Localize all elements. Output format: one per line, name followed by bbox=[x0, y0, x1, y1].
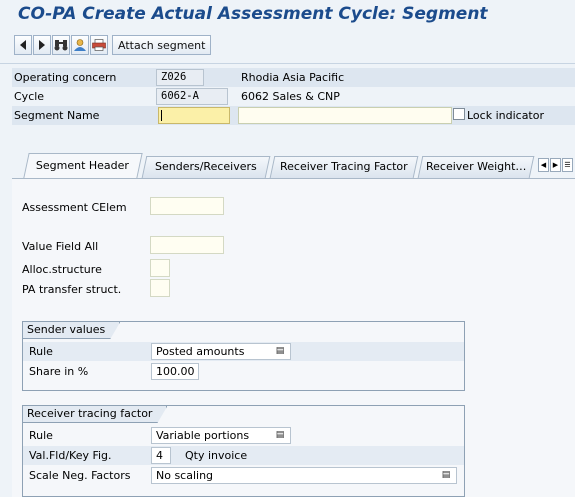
share-label: Share in % bbox=[29, 365, 89, 378]
person-icon bbox=[74, 39, 86, 51]
scale-field[interactable]: No scaling bbox=[151, 467, 457, 484]
receiver-rule-row: Rule Variable portions ▤ bbox=[23, 426, 464, 445]
page-title: CO-PA Create Actual Assessment Cycle: Se… bbox=[18, 4, 488, 24]
lock-indicator-checkbox[interactable] bbox=[453, 108, 465, 120]
lock-indicator-label: Lock indicator bbox=[467, 109, 544, 122]
tab-senders-receivers[interactable]: Senders/Receivers bbox=[141, 156, 271, 178]
segment-name-input[interactable] bbox=[158, 107, 230, 124]
segment-description-input[interactable] bbox=[238, 107, 452, 124]
dropdown-icon[interactable]: ▤ bbox=[441, 469, 451, 481]
operating-concern-text: Rhodia Asia Pacific bbox=[241, 71, 345, 84]
tab-receiver-tracing-factor[interactable]: Receiver Tracing Factor bbox=[269, 156, 419, 178]
segment-header-panel: Assessment CElem Value Field All Alloc.s… bbox=[12, 178, 575, 497]
next-button[interactable] bbox=[33, 35, 51, 55]
assessment-celem-label: Assessment CElem bbox=[22, 201, 127, 214]
text-cursor bbox=[161, 110, 162, 121]
val-fld-row: Val.Fld/Key Fig. 4 Qty invoice bbox=[23, 446, 464, 465]
share-row: Share in % 100.00 bbox=[23, 362, 464, 381]
previous-button[interactable] bbox=[14, 35, 32, 55]
arrow-right-icon bbox=[39, 40, 45, 50]
receiver-rule-field[interactable]: Variable portions bbox=[151, 427, 291, 444]
dropdown-icon[interactable]: ▤ bbox=[275, 345, 285, 357]
user-button[interactable] bbox=[71, 35, 89, 55]
toolbar-divider bbox=[0, 63, 575, 64]
value-field-all-input[interactable] bbox=[150, 236, 224, 254]
val-fld-text: Qty invoice bbox=[185, 449, 248, 462]
cycle-text: 6062 Sales & CNP bbox=[241, 90, 340, 103]
cycle-field: 6062-A bbox=[156, 88, 228, 105]
sender-values-group: Sender values Rule Posted amounts ▤ Shar… bbox=[22, 321, 465, 391]
header-section: Operating concern Z026 Rhodia Asia Pacif… bbox=[12, 68, 575, 125]
cycle-label: Cycle bbox=[14, 90, 45, 103]
sender-rule-row: Rule Posted amounts ▤ bbox=[23, 342, 464, 361]
receiver-rule-label: Rule bbox=[29, 429, 53, 442]
tab-segment-header[interactable]: Segment Header bbox=[23, 153, 143, 178]
operating-concern-row: Operating concern Z026 Rhodia Asia Pacif… bbox=[12, 68, 575, 87]
tab-navigation: ◀ ▶ ☰ bbox=[538, 158, 573, 172]
sender-values-title: Sender values bbox=[23, 322, 120, 339]
tab-scroll-left-button[interactable]: ◀ bbox=[538, 158, 549, 172]
tab-strip: Segment Header Senders/Receivers Receive… bbox=[12, 153, 575, 178]
arrow-left-icon bbox=[20, 40, 26, 50]
find-button[interactable] bbox=[52, 35, 70, 55]
binoculars-icon bbox=[54, 40, 68, 51]
pa-transfer-struct-label: PA transfer struct. bbox=[22, 283, 122, 296]
share-input[interactable]: 100.00 bbox=[151, 363, 199, 380]
scale-row: Scale Neg. Factors No scaling ▤ bbox=[23, 466, 464, 485]
dropdown-icon[interactable]: ▤ bbox=[275, 429, 285, 441]
operating-concern-field: Z026 bbox=[156, 69, 204, 86]
tab-receiver-weighting[interactable]: Receiver Weight… bbox=[417, 156, 535, 178]
attach-segment-button[interactable]: Attach segment bbox=[112, 35, 212, 55]
application-toolbar: Attach segment bbox=[14, 34, 212, 56]
receiver-tracing-title: Receiver tracing factor bbox=[23, 406, 167, 423]
receiver-tracing-group: Receiver tracing factor Rule Variable po… bbox=[22, 405, 465, 497]
cycle-row: Cycle 6062-A 6062 Sales & CNP bbox=[12, 87, 575, 106]
tab-scroll-right-button[interactable]: ▶ bbox=[550, 158, 561, 172]
pa-transfer-struct-input[interactable] bbox=[150, 279, 170, 297]
tab-list-button[interactable]: ☰ bbox=[562, 158, 573, 172]
segment-name-label: Segment Name bbox=[14, 109, 100, 122]
val-fld-input[interactable]: 4 bbox=[151, 447, 171, 464]
operating-concern-label: Operating concern bbox=[14, 71, 117, 84]
val-fld-label: Val.Fld/Key Fig. bbox=[29, 449, 112, 462]
assessment-celem-input[interactable] bbox=[150, 197, 224, 215]
print-button[interactable] bbox=[90, 35, 108, 55]
sender-rule-label: Rule bbox=[29, 345, 53, 358]
value-field-all-label: Value Field All bbox=[22, 240, 99, 253]
printer-icon bbox=[92, 39, 106, 51]
scale-label: Scale Neg. Factors bbox=[29, 469, 131, 482]
segment-name-row: Segment Name Lock indicator bbox=[12, 106, 575, 125]
alloc-structure-input[interactable] bbox=[150, 259, 170, 277]
alloc-structure-label: Alloc.structure bbox=[22, 263, 102, 276]
sender-rule-field[interactable]: Posted amounts bbox=[151, 343, 291, 360]
